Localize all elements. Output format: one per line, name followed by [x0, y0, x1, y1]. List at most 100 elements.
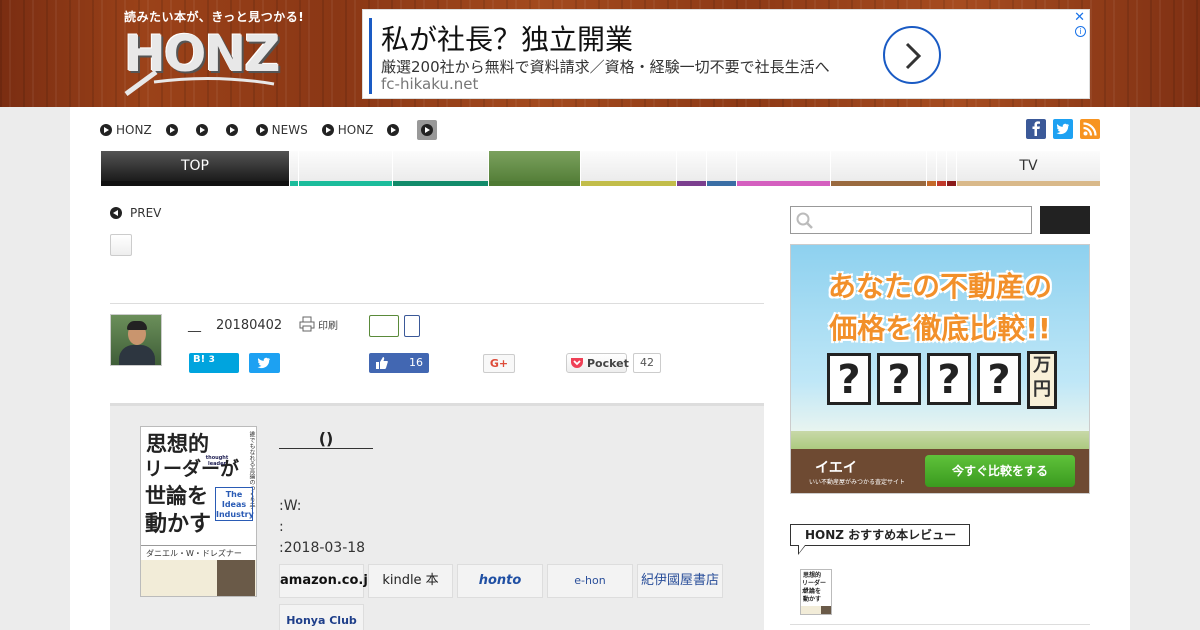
tab-category[interactable]	[946, 151, 956, 186]
tweet-button[interactable]	[249, 353, 280, 373]
tab-category-active[interactable]	[488, 151, 580, 186]
share-button[interactable]	[404, 315, 420, 337]
printer-icon	[299, 316, 315, 332]
nav-item[interactable]	[387, 124, 403, 136]
avatar[interactable]	[110, 314, 162, 366]
banner-brand-sub: いい不動産屋がみつかる査定サイト	[809, 479, 906, 486]
banner-line-2: 価格を徹底比較!!	[829, 312, 1051, 345]
ad-url: fc-hikaku.net	[381, 75, 479, 93]
twitter-icon[interactable]	[1053, 119, 1073, 139]
thumb-title-1: 思想的	[803, 572, 822, 579]
cover-title-1: 思想的	[146, 432, 209, 456]
tab-category[interactable]	[830, 151, 926, 186]
prev-link[interactable]: PREV	[110, 206, 161, 220]
nav-item[interactable]	[225, 124, 242, 136]
buy-ehon-button[interactable]: e-hon	[547, 564, 633, 598]
thumb-title-3: 世論を	[803, 588, 822, 595]
follow-button[interactable]	[369, 315, 399, 337]
tab-underline	[927, 181, 936, 186]
avatar-body	[119, 345, 155, 365]
buy-honyaclub-button[interactable]: Honya Club	[279, 604, 364, 630]
nav-item[interactable]	[195, 124, 212, 136]
banner-question-box: ?	[827, 353, 871, 405]
tab-category[interactable]	[580, 151, 676, 186]
ad-info-icon[interactable]: i	[1075, 26, 1086, 37]
rss-glyph	[1083, 122, 1097, 136]
sidebar-divider	[790, 624, 1090, 625]
buy-amazon-button[interactable]: amazon.co.jp	[279, 564, 377, 598]
banner-question-box: ?	[927, 353, 971, 405]
book-cover-image[interactable]: 思想的 リーダーが 世論を 動かす thought leader 誰でもなれる言…	[140, 426, 257, 597]
tab-underline	[581, 181, 676, 186]
hatena-bookmark-button[interactable]: B! 3	[189, 353, 239, 373]
tab-category[interactable]	[936, 151, 946, 186]
thumb-photo	[821, 606, 831, 614]
buy-kinokuniya-button[interactable]: 紀伊國屋書店	[637, 564, 723, 598]
author-name[interactable]: __	[188, 318, 201, 333]
nav-more-button[interactable]	[417, 120, 438, 140]
rss-icon[interactable]	[1080, 119, 1100, 139]
tab-category[interactable]	[298, 151, 392, 186]
tab-category[interactable]	[676, 151, 706, 186]
tab-category[interactable]	[289, 151, 298, 186]
tab-top-label: TOP	[180, 158, 209, 174]
ad-arrow-button[interactable]	[883, 26, 941, 84]
ad-close-icon[interactable]: ✕	[1074, 10, 1085, 25]
post-date: 20180402	[216, 318, 283, 333]
magnifier-icon	[124, 69, 275, 96]
twitter-glyph	[1056, 123, 1069, 135]
honz-logo[interactable]: HONZ	[124, 22, 289, 96]
tab-underline	[737, 181, 830, 186]
nav-item-honz[interactable]: HONZ	[100, 123, 152, 137]
arrow-left-circle-icon	[110, 207, 122, 219]
ad-title[interactable]: 私が社長？独立開業	[381, 18, 633, 58]
tab-tv[interactable]: TV	[956, 151, 1100, 186]
buy-kindle-button[interactable]: kindle 本	[368, 564, 453, 598]
top-nav: HONZ NEWS HONZ	[100, 120, 438, 140]
buy-honto-button[interactable]: honto	[457, 564, 543, 598]
tab-underline	[831, 181, 926, 186]
pocket-label: Pocket	[587, 357, 629, 370]
search-button[interactable]	[1040, 206, 1090, 234]
arrow-circle-icon	[421, 124, 434, 136]
real-estate-ad-banner[interactable]: あなたの不動産の 価格を徹底比較!! ? ? ? ? 万円 イエイ いい不動産屋…	[790, 244, 1090, 494]
nav-item[interactable]	[165, 124, 182, 136]
recommended-book-thumbnail[interactable]: 思想的 リーダーが 世論を 動かす	[800, 569, 832, 615]
tab-category[interactable]	[926, 151, 936, 186]
checkbox[interactable]	[110, 234, 132, 256]
nav-item-honz-2[interactable]: HONZ	[321, 123, 374, 137]
tab-underline	[937, 181, 946, 186]
cover-title-4: 動かす	[145, 512, 212, 537]
book-title[interactable]: ()	[279, 429, 373, 449]
print-button[interactable]: 印刷	[299, 316, 338, 332]
tab-top[interactable]: TOP	[100, 151, 289, 186]
tab-category[interactable]	[392, 151, 488, 186]
facebook-like-button[interactable]: 16	[369, 353, 429, 373]
nav-item-news[interactable]: NEWS	[255, 123, 308, 137]
thumb-title-4: 動かす	[803, 596, 822, 603]
tab-category[interactable]	[706, 151, 736, 186]
book-author: :W:	[279, 498, 302, 514]
arrow-circle-icon	[225, 124, 238, 136]
book-release-date: :2018-03-18	[279, 540, 366, 556]
search-input[interactable]	[790, 206, 1032, 234]
banner-cta-button[interactable]: 今すぐ比較をする	[925, 455, 1075, 487]
cover-photo	[217, 560, 255, 596]
chevron-right-icon	[905, 42, 922, 70]
banner-brand: イエイ	[815, 460, 857, 476]
pocket-button[interactable]: Pocket	[566, 353, 629, 373]
google-plus-button[interactable]: G+	[483, 354, 515, 373]
nav-label: HONZ	[337, 123, 374, 137]
tab-underline	[947, 181, 956, 186]
tab-category[interactable]	[736, 151, 830, 186]
tab-tv-label: TV	[1019, 158, 1038, 174]
tab-underline	[957, 181, 1100, 186]
twitter-bird-icon	[257, 357, 270, 369]
facebook-icon[interactable]	[1026, 119, 1046, 139]
arrow-circle-icon	[165, 124, 178, 136]
ad-banner[interactable]: 私が社長？独立開業 厳選200社から無料で資料請求／資格・経験一切不要で社長生活…	[362, 9, 1090, 99]
ad-subtitle: 厳選200社から無料で資料請求／資格・経験一切不要で社長生活へ	[381, 58, 830, 76]
tab-underline	[489, 181, 580, 186]
speech-tail-inner	[799, 545, 805, 553]
category-bar: TOP TV	[100, 151, 1100, 186]
